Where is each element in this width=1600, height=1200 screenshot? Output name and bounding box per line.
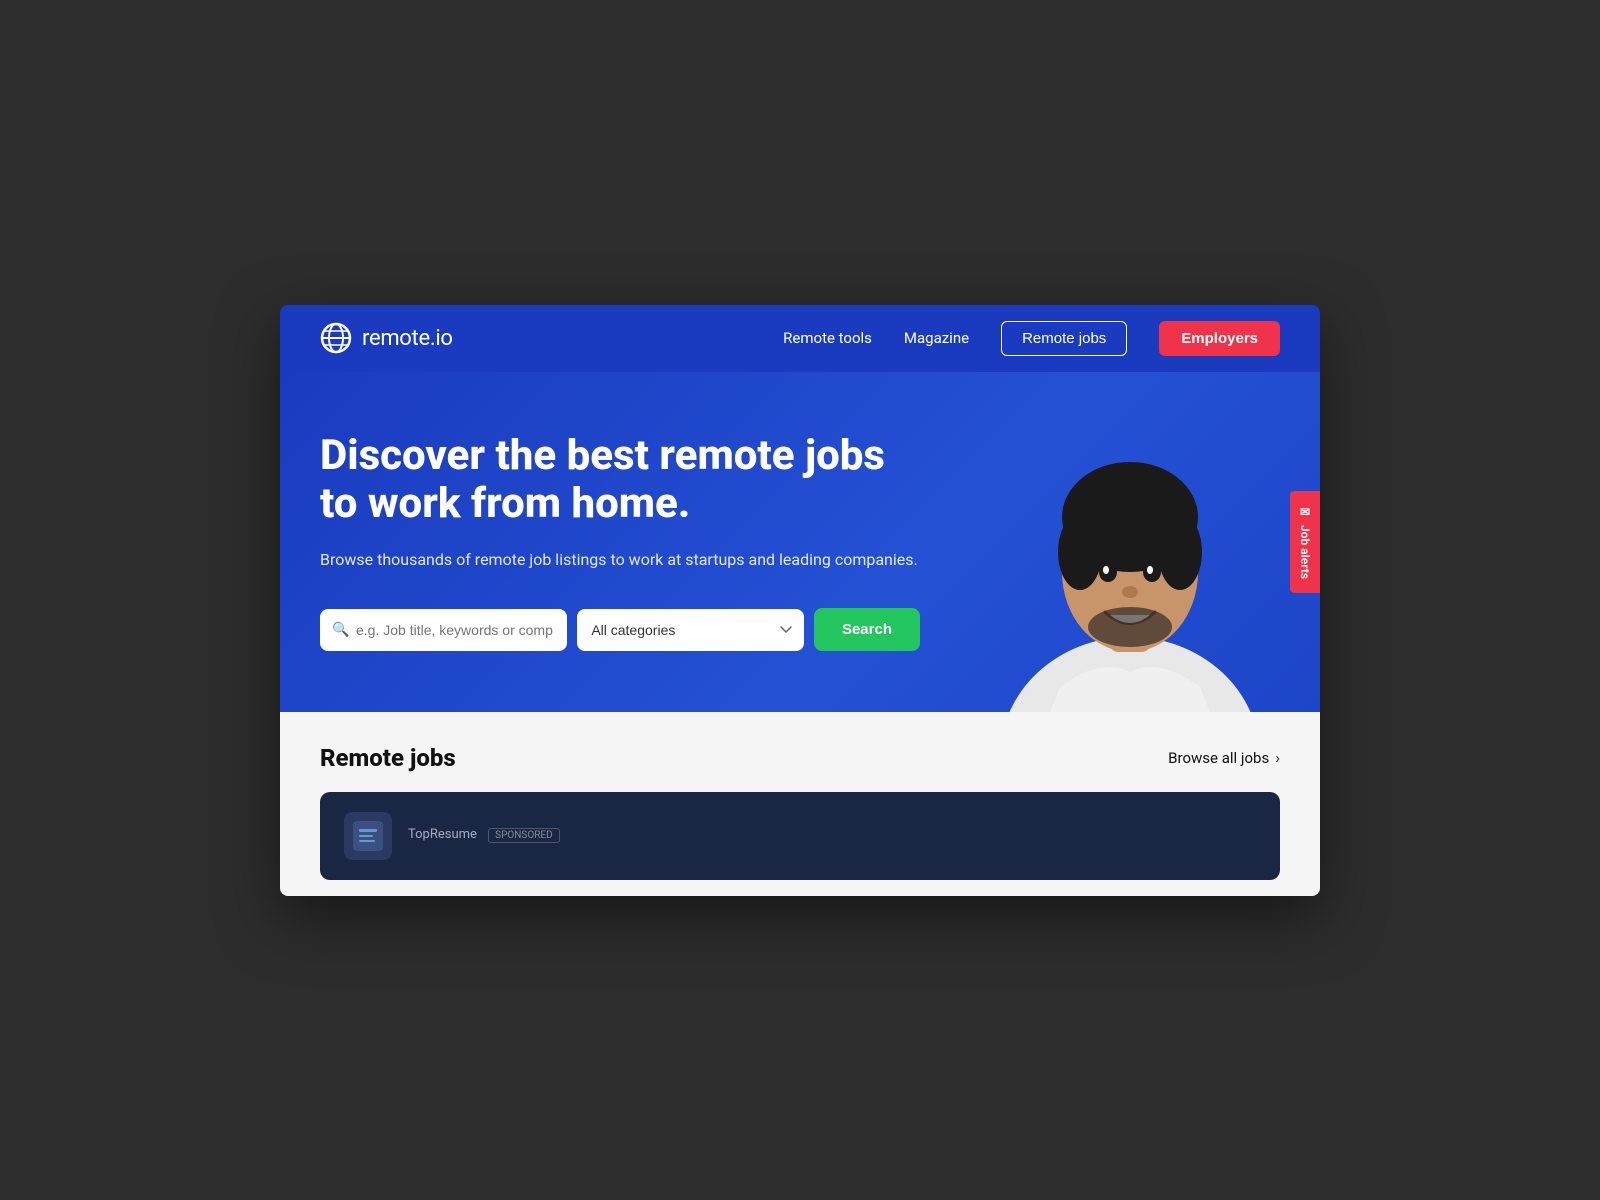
- sponsored-badge: SPONSORED: [488, 828, 560, 843]
- hero-subtitle: Browse thousands of remote job listings …: [320, 548, 920, 572]
- browse-all-label: Browse all jobs: [1168, 749, 1269, 767]
- company-logo: [344, 812, 392, 860]
- search-button[interactable]: Search: [814, 608, 920, 651]
- job-alerts-tab[interactable]: ✉ Job alerts: [1290, 490, 1320, 592]
- hero-person-image: [970, 417, 1290, 712]
- company-name-row: TopResume SPONSORED: [408, 827, 1256, 843]
- job-search-input[interactable]: [320, 609, 567, 651]
- navbar: remote.io Remote tools Magazine Remote j…: [280, 305, 1320, 372]
- job-info: TopResume SPONSORED: [408, 827, 1256, 845]
- browser-window: remote.io Remote tools Magazine Remote j…: [280, 305, 1320, 896]
- job-alerts-icon: ✉: [1298, 504, 1312, 518]
- search-input-wrap: 🔍: [320, 609, 567, 651]
- hero-content: Discover the best remote jobs to work fr…: [320, 432, 920, 652]
- nav-magazine[interactable]: Magazine: [904, 329, 969, 347]
- jobs-header: Remote jobs Browse all jobs ›: [320, 744, 1280, 772]
- search-icon: 🔍: [332, 622, 349, 638]
- logo-icon: [320, 322, 352, 354]
- jobs-section-title: Remote jobs: [320, 744, 456, 772]
- logo-text: remote.io: [362, 326, 453, 351]
- nav-links: Remote tools Magazine Remote jobs Employ…: [783, 321, 1280, 356]
- jobs-section: Remote jobs Browse all jobs › TopResume …: [280, 712, 1320, 896]
- job-card-topresume[interactable]: TopResume SPONSORED: [320, 792, 1280, 880]
- hero-title: Discover the best remote jobs to work fr…: [320, 432, 920, 529]
- job-alerts-label: Job alerts: [1298, 524, 1312, 578]
- browse-all-jobs-link[interactable]: Browse all jobs ›: [1168, 748, 1280, 767]
- category-select[interactable]: All categories Design Engineering Market…: [577, 609, 804, 651]
- company-name: TopResume: [408, 827, 477, 842]
- nav-remote-tools[interactable]: Remote tools: [783, 329, 872, 347]
- logo[interactable]: remote.io: [320, 322, 453, 354]
- hero-section: Discover the best remote jobs to work fr…: [280, 372, 1320, 712]
- remote-jobs-button[interactable]: Remote jobs: [1001, 321, 1127, 356]
- chevron-right-icon: ›: [1275, 748, 1280, 767]
- employers-button[interactable]: Employers: [1159, 321, 1280, 356]
- search-bar: 🔍 All categories Design Engineering Mark…: [320, 608, 920, 651]
